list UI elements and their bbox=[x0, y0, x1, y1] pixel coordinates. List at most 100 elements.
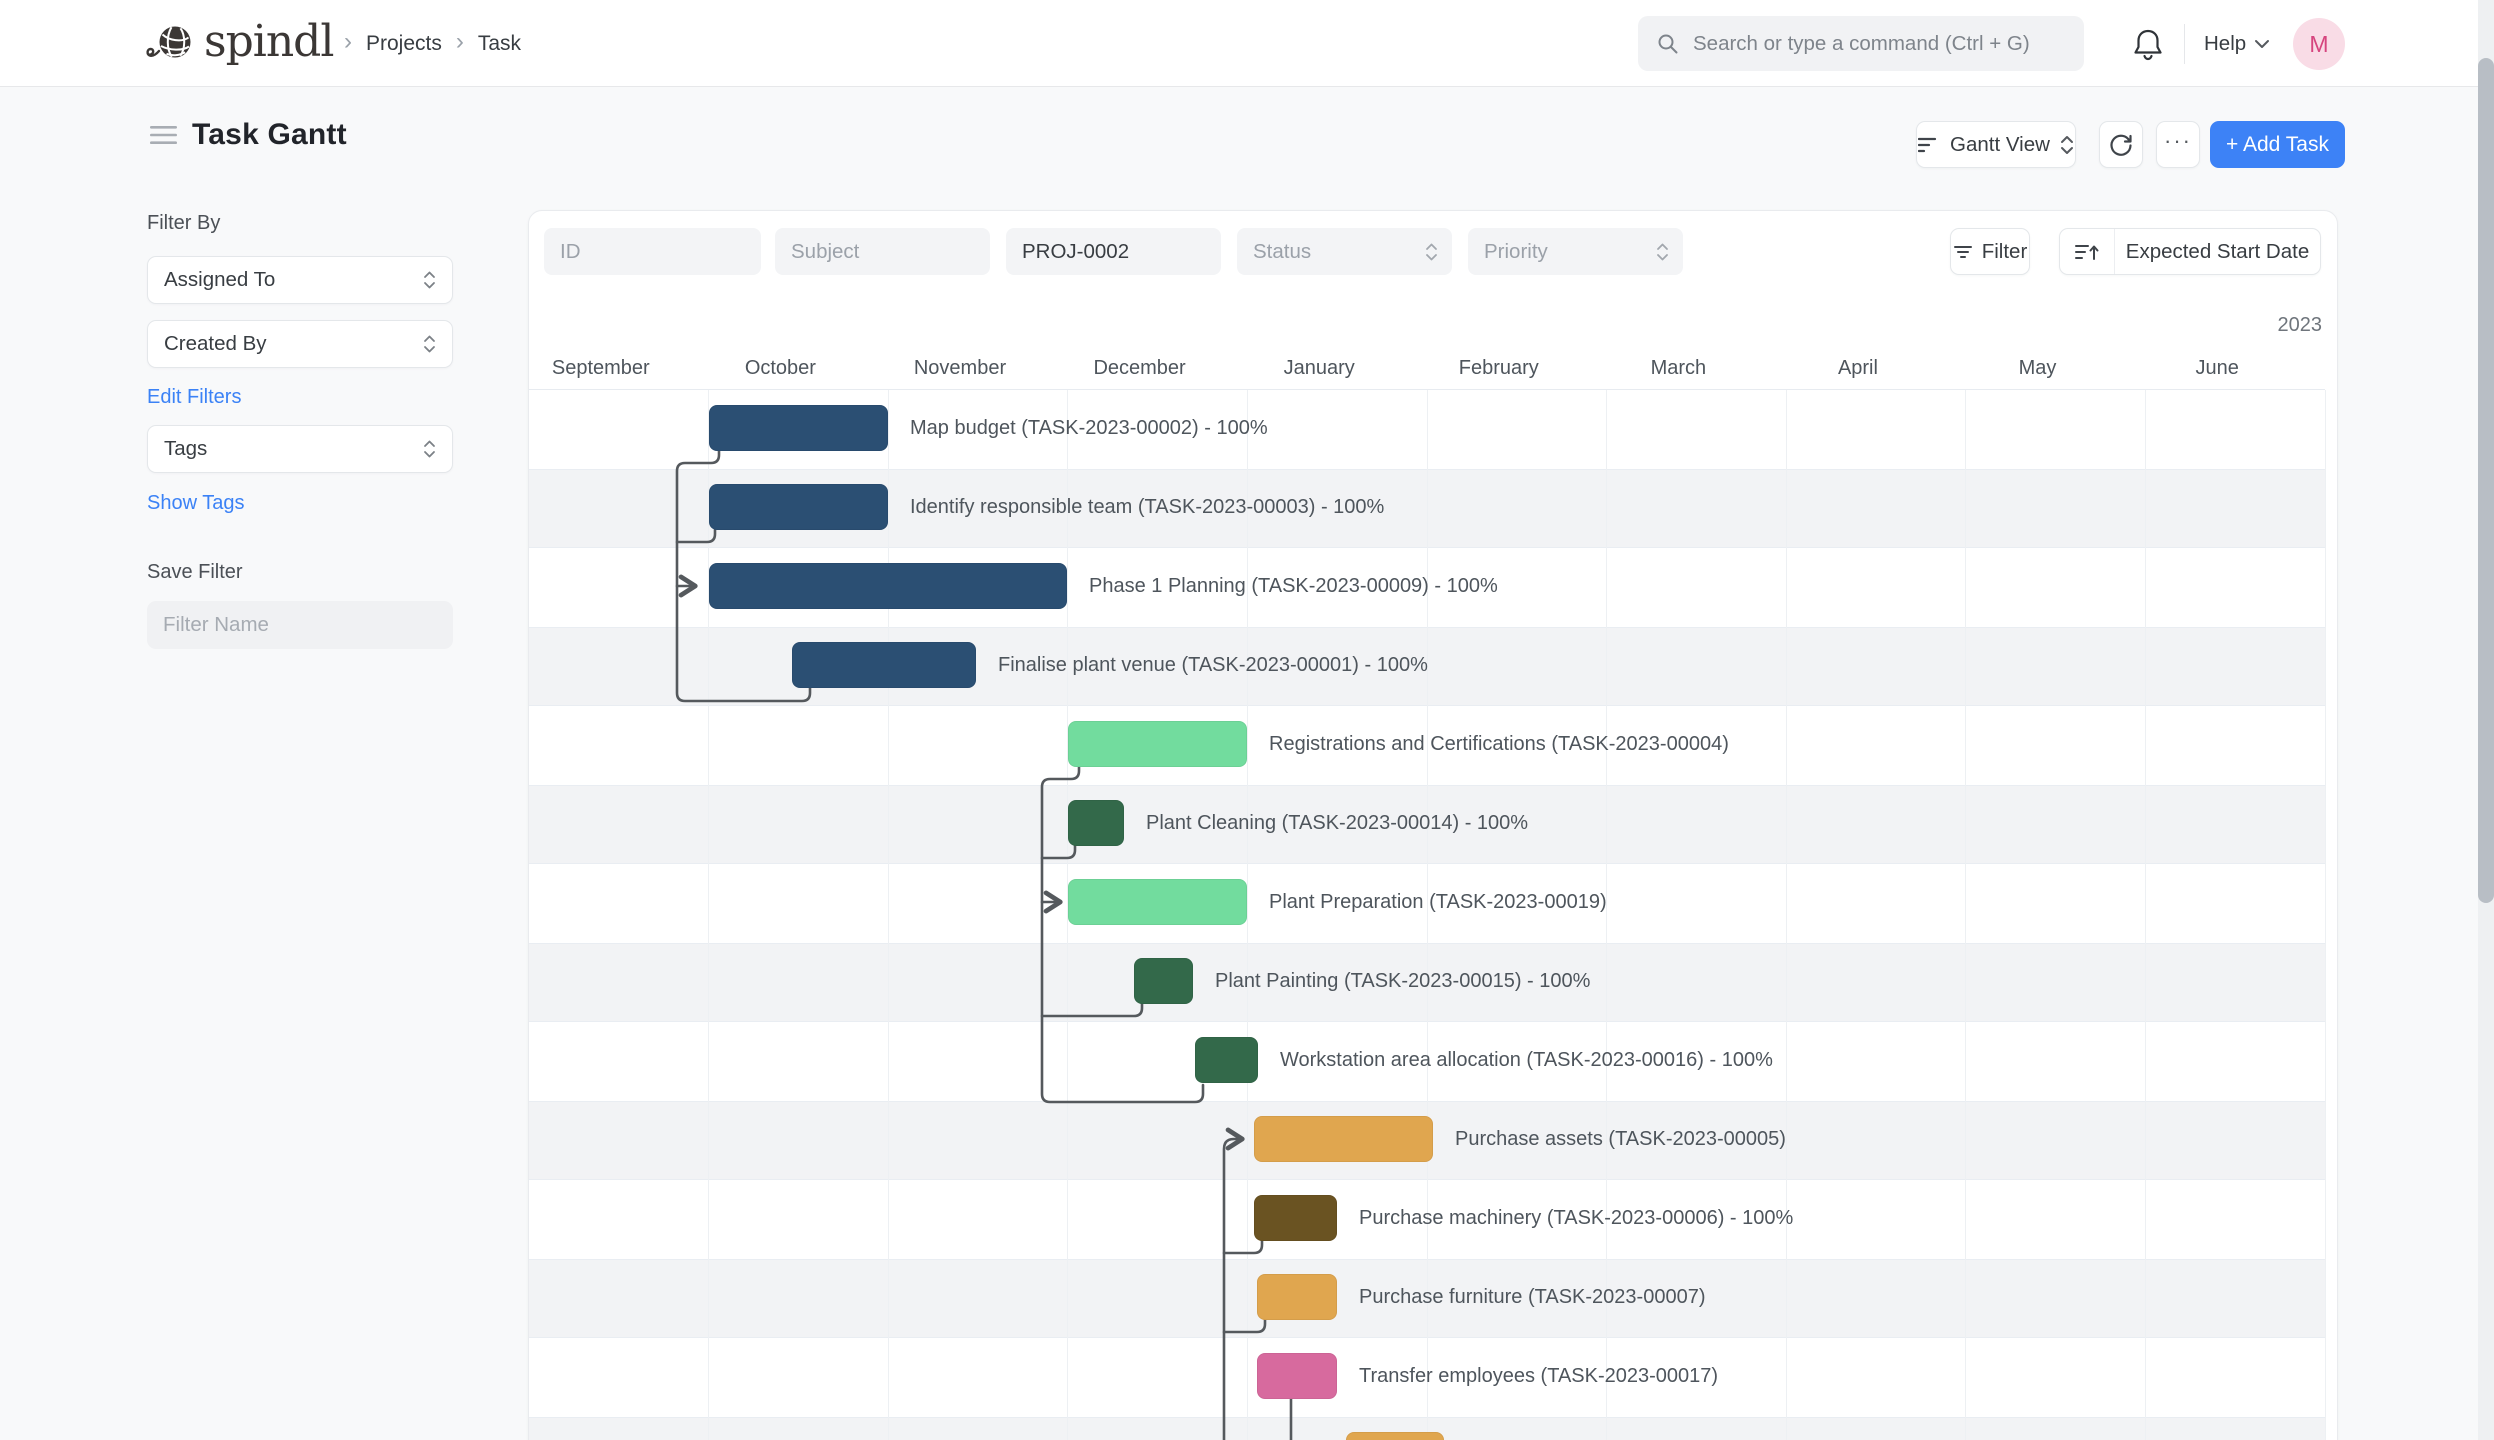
select-chevrons-icon bbox=[1425, 242, 1438, 262]
add-task-button[interactable]: + Add Task bbox=[2210, 121, 2345, 168]
tags-select[interactable]: Tags bbox=[147, 425, 453, 473]
month-label: September bbox=[528, 357, 691, 380]
gantt-gridline bbox=[1606, 390, 1607, 1440]
month-label: December bbox=[1050, 357, 1230, 380]
help-menu[interactable]: Help bbox=[2204, 0, 2270, 87]
month-label: January bbox=[1229, 357, 1409, 380]
page-title: Task Gantt bbox=[192, 118, 347, 152]
gantt-task-bar[interactable] bbox=[792, 642, 976, 688]
filter-icon bbox=[1953, 244, 1973, 260]
gantt-task-bar[interactable] bbox=[1346, 1432, 1444, 1440]
month-label: October bbox=[691, 357, 871, 380]
drag-handle-icon[interactable] bbox=[150, 125, 177, 145]
gantt-task-bar[interactable] bbox=[1257, 1274, 1337, 1320]
id-filter-input[interactable] bbox=[544, 228, 761, 275]
show-tags-link[interactable]: Show Tags bbox=[147, 492, 244, 515]
chevron-down-icon bbox=[2254, 39, 2270, 49]
avatar[interactable]: M bbox=[2293, 18, 2345, 70]
navbar-divider bbox=[2184, 24, 2185, 64]
breadcrumb-projects[interactable]: Projects bbox=[366, 32, 442, 56]
filter-button[interactable]: Filter bbox=[1950, 228, 2030, 275]
help-label: Help bbox=[2204, 32, 2246, 56]
priority-placeholder: Priority bbox=[1484, 240, 1548, 264]
sort-field-button[interactable]: Expected Start Date bbox=[2115, 229, 2320, 274]
gantt-gridline bbox=[708, 390, 709, 1440]
gantt-gridline bbox=[1786, 390, 1787, 1440]
select-chevrons-icon bbox=[423, 270, 436, 290]
priority-filter-select[interactable]: Priority bbox=[1468, 228, 1683, 275]
gantt-gridline bbox=[2145, 390, 2146, 1440]
month-label: March bbox=[1589, 357, 1769, 380]
gantt-task-bar[interactable] bbox=[1195, 1037, 1258, 1083]
search-icon bbox=[1656, 32, 1680, 56]
month-label: June bbox=[2127, 357, 2307, 380]
gantt-card: Status Priority Filter Expected Start Da… bbox=[528, 210, 2338, 1440]
assigned-to-select[interactable]: Assigned To bbox=[147, 256, 453, 304]
edit-filters-link[interactable]: Edit Filters bbox=[147, 386, 241, 409]
month-label: April bbox=[1768, 357, 1948, 380]
save-filter-label: Save Filter bbox=[147, 561, 243, 584]
scrollbar-track[interactable] bbox=[2478, 0, 2494, 1440]
status-placeholder: Status bbox=[1253, 240, 1311, 264]
gantt-task-bar[interactable] bbox=[709, 563, 1067, 609]
view-switcher-label: Gantt View bbox=[1950, 133, 2050, 157]
status-filter-select[interactable]: Status bbox=[1237, 228, 1452, 275]
notifications-bell-icon[interactable] bbox=[2128, 24, 2168, 64]
assigned-to-label: Assigned To bbox=[164, 268, 275, 292]
gantt-view-icon bbox=[1918, 136, 1940, 154]
more-options-button[interactable]: ··· bbox=[2156, 121, 2200, 168]
ellipsis-icon: ··· bbox=[2164, 128, 2192, 154]
filter-by-label: Filter By bbox=[147, 212, 220, 235]
scrollbar-thumb[interactable] bbox=[2478, 58, 2494, 903]
created-by-label: Created By bbox=[164, 332, 267, 356]
sort-direction-button[interactable] bbox=[2060, 229, 2115, 274]
sort-button-group[interactable]: Expected Start Date bbox=[2059, 228, 2321, 275]
gantt-task-bar[interactable] bbox=[1254, 1195, 1337, 1241]
gantt-rows bbox=[529, 389, 2325, 1440]
select-chevrons-icon bbox=[423, 334, 436, 354]
gantt-gridline bbox=[1427, 390, 1428, 1440]
subject-filter-input[interactable] bbox=[775, 228, 990, 275]
gantt-task-bar[interactable] bbox=[709, 484, 888, 530]
gantt-month-header: SeptemberOctoberNovemberDecemberJanuaryF… bbox=[528, 357, 2325, 380]
add-task-label: + Add Task bbox=[2226, 133, 2329, 157]
gantt-year-label: 2023 bbox=[2278, 314, 2323, 337]
gantt-task-bar[interactable] bbox=[1134, 958, 1193, 1004]
gantt-gridline bbox=[888, 390, 889, 1440]
brand-name: spindl bbox=[204, 16, 333, 67]
select-chevrons-icon bbox=[423, 439, 436, 459]
avatar-initial: M bbox=[2309, 31, 2328, 58]
gantt-task-bar[interactable] bbox=[709, 405, 888, 451]
project-filter-input[interactable] bbox=[1006, 228, 1221, 275]
tags-label: Tags bbox=[164, 437, 207, 461]
refresh-button[interactable] bbox=[2099, 121, 2143, 168]
view-switcher-button[interactable]: Gantt View bbox=[1916, 121, 2076, 168]
refresh-icon bbox=[2108, 132, 2134, 158]
gantt-gridline bbox=[2325, 390, 2326, 1440]
gantt-gridline bbox=[1965, 390, 1966, 1440]
gantt-task-bar[interactable] bbox=[1068, 721, 1247, 767]
filter-button-label: Filter bbox=[1982, 240, 2028, 264]
created-by-select[interactable]: Created By bbox=[147, 320, 453, 368]
page-head: Task Gantt bbox=[150, 118, 347, 152]
gantt-task-bar[interactable] bbox=[1068, 800, 1124, 846]
month-label: May bbox=[1948, 357, 2128, 380]
chevron-right-icon: › bbox=[456, 30, 464, 54]
breadcrumb: › Projects › Task bbox=[344, 0, 521, 87]
chevron-right-icon: › bbox=[344, 30, 352, 54]
month-label: November bbox=[870, 357, 1050, 380]
select-chevrons-icon bbox=[1656, 242, 1669, 262]
app-logo[interactable]: spindl bbox=[144, 0, 333, 87]
sort-ascending-icon bbox=[2075, 242, 2099, 262]
gantt-task-bar[interactable] bbox=[1068, 879, 1247, 925]
search-placeholder: Search or type a command (Ctrl + G) bbox=[1693, 32, 2030, 56]
gantt-task-bar[interactable] bbox=[1254, 1116, 1433, 1162]
select-chevrons-icon bbox=[2060, 134, 2074, 156]
navbar: spindl › Projects › Task Search or type … bbox=[0, 0, 2494, 87]
breadcrumb-task[interactable]: Task bbox=[478, 32, 521, 56]
month-label: February bbox=[1409, 357, 1589, 380]
filter-name-input[interactable] bbox=[147, 601, 453, 649]
global-search-input[interactable]: Search or type a command (Ctrl + G) bbox=[1638, 16, 2084, 71]
gantt-task-bar[interactable] bbox=[1257, 1353, 1337, 1399]
gantt-gridline bbox=[1247, 390, 1248, 1440]
